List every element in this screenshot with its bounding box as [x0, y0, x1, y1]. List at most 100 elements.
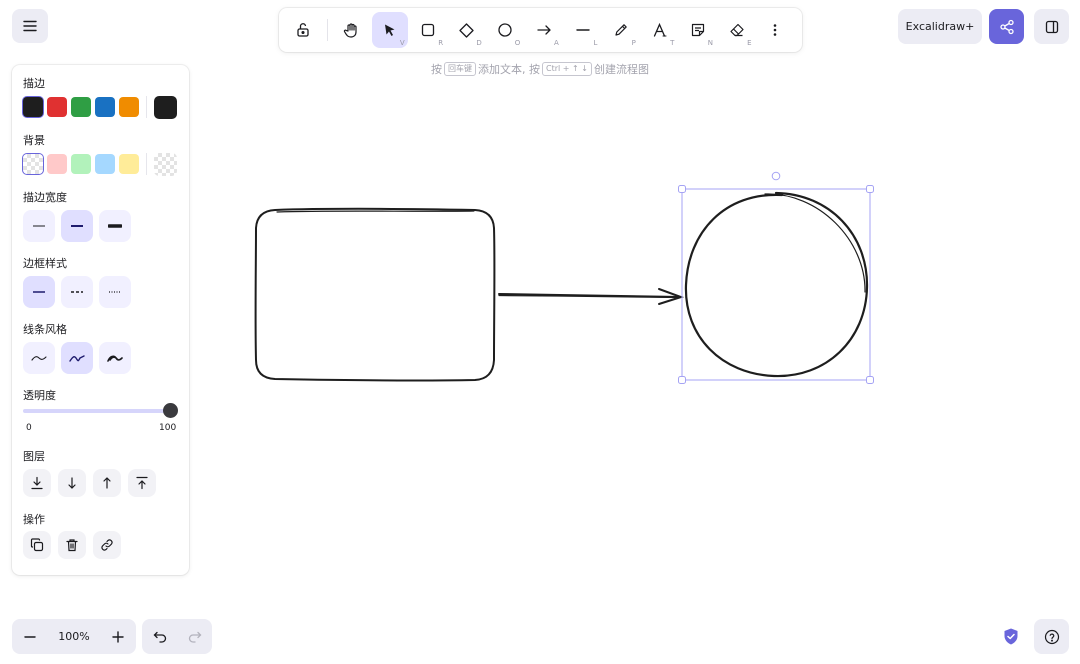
tool-eraser[interactable]: E [719, 12, 755, 48]
line-icon [575, 29, 590, 31]
stroke-style-solid[interactable] [23, 276, 55, 308]
ellipse-shape[interactable] [684, 191, 869, 378]
hamburger-icon [23, 20, 37, 32]
sloppiness-label: 线条风格 [23, 323, 67, 336]
undo-icon [153, 631, 166, 643]
sloppiness-architect[interactable] [23, 342, 55, 374]
tool-diamond[interactable]: D [449, 12, 485, 48]
shield-check-icon [1004, 628, 1018, 645]
stroke-width-extra-bold[interactable] [99, 210, 131, 242]
opacity-slider-track[interactable] [23, 409, 171, 413]
rectangle-icon [422, 23, 435, 37]
background-label: 背景 [23, 134, 45, 147]
zoom-in-button[interactable] [100, 619, 136, 654]
stroke-width-thin[interactable] [23, 210, 55, 242]
hint-key: 回车键 [444, 62, 476, 76]
tool-key: T [670, 39, 675, 47]
trash-icon [66, 539, 78, 552]
undo-button[interactable] [142, 619, 177, 654]
zoom-out-button[interactable] [12, 619, 48, 654]
text-icon [653, 22, 667, 37]
shapes-toolbar: V R D O A L P T N E [279, 8, 802, 52]
tool-key: P [631, 39, 636, 47]
tool-key: R [438, 39, 444, 47]
tool-key: N [707, 39, 713, 47]
link-button[interactable] [93, 531, 121, 559]
tool-key: D [476, 39, 482, 47]
tool-selection[interactable]: V [372, 12, 408, 48]
hint-text: 添加文本, 按 [478, 63, 540, 76]
background-swatch-green[interactable] [71, 154, 91, 174]
arrow-up-icon [103, 477, 111, 489]
eraser-icon [730, 23, 744, 37]
duplicate-button[interactable] [23, 531, 51, 559]
layers-label: 图层 [23, 450, 45, 463]
background-swatch-blue[interactable] [95, 154, 115, 174]
background-swatch-yellow[interactable] [119, 154, 139, 174]
tool-freedraw[interactable]: P [603, 12, 639, 48]
stroke-color-swatch-red[interactable] [47, 97, 67, 117]
tool-key: O [514, 39, 521, 47]
tool-note[interactable]: N [680, 12, 716, 48]
help-icon [1044, 629, 1059, 644]
extra-bold-line-icon [108, 224, 122, 228]
share-button[interactable] [989, 9, 1024, 44]
opacity-slider-thumb[interactable] [163, 403, 178, 418]
arrow-down-icon [68, 477, 76, 489]
delete-button[interactable] [58, 531, 86, 559]
dashed-line-icon [71, 291, 83, 293]
sloppiness-cartoonist[interactable] [99, 342, 131, 374]
rectangle-shape[interactable] [254, 207, 496, 382]
bring-to-front-icon [136, 476, 148, 490]
tool-text[interactable]: T [642, 12, 678, 48]
background-swatch-transparent[interactable] [23, 154, 43, 174]
stroke-width-bold[interactable] [61, 210, 93, 242]
redo-button[interactable] [177, 619, 212, 654]
stroke-style-dashed[interactable] [61, 276, 93, 308]
artist-stroke-icon [69, 355, 85, 362]
main-menu-button[interactable] [12, 9, 48, 43]
tool-key: V [399, 39, 405, 47]
send-to-back-button[interactable] [23, 469, 51, 497]
tool-rectangle[interactable]: R [411, 12, 447, 48]
stroke-color-current[interactable] [154, 96, 177, 119]
zoom-level[interactable]: 100% [48, 630, 100, 643]
tool-key: L [593, 39, 598, 47]
tool-key: A [554, 39, 559, 47]
selection-box[interactable] [678, 171, 874, 384]
arrow-icon [537, 25, 551, 35]
history-controls [142, 619, 212, 654]
stroke-color-swatch-blue[interactable] [95, 97, 115, 117]
help-button[interactable] [1034, 619, 1069, 654]
library-sidebar-button[interactable] [1034, 9, 1069, 44]
redo-icon [188, 631, 201, 643]
stroke-label: 描边 [23, 77, 45, 90]
stroke-color-swatch-orange[interactable] [119, 97, 139, 117]
hint-text: 按 [431, 63, 442, 76]
send-backward-button[interactable] [58, 469, 86, 497]
duplicate-icon [30, 538, 44, 552]
tool-lock[interactable] [285, 12, 321, 48]
stroke-color-swatch-green[interactable] [71, 97, 91, 117]
background-swatch-pink[interactable] [47, 154, 67, 174]
stroke-style-dotted[interactable] [99, 276, 131, 308]
bring-forward-button[interactable] [93, 469, 121, 497]
arrow-shape[interactable] [498, 288, 685, 305]
tool-arrow[interactable]: A [526, 12, 562, 48]
bring-to-front-button[interactable] [128, 469, 156, 497]
tool-more[interactable] [758, 12, 794, 48]
excalidraw-plus-button[interactable]: Excalidraw+ [898, 9, 982, 44]
tool-ellipse[interactable]: O [488, 12, 524, 48]
thin-line-icon [33, 225, 45, 227]
sloppiness-artist[interactable] [61, 342, 93, 374]
tool-line[interactable]: L [565, 12, 601, 48]
architect-stroke-icon [31, 356, 47, 361]
bold-line-icon [71, 225, 83, 227]
share-icon [999, 19, 1014, 34]
hand-icon [343, 22, 357, 38]
background-color-current[interactable] [154, 153, 177, 176]
encryption-badge[interactable] [1002, 627, 1020, 646]
tool-hand[interactable] [334, 12, 370, 48]
stroke-color-swatch-black[interactable] [23, 97, 43, 117]
opacity-label: 透明度 [23, 389, 56, 402]
